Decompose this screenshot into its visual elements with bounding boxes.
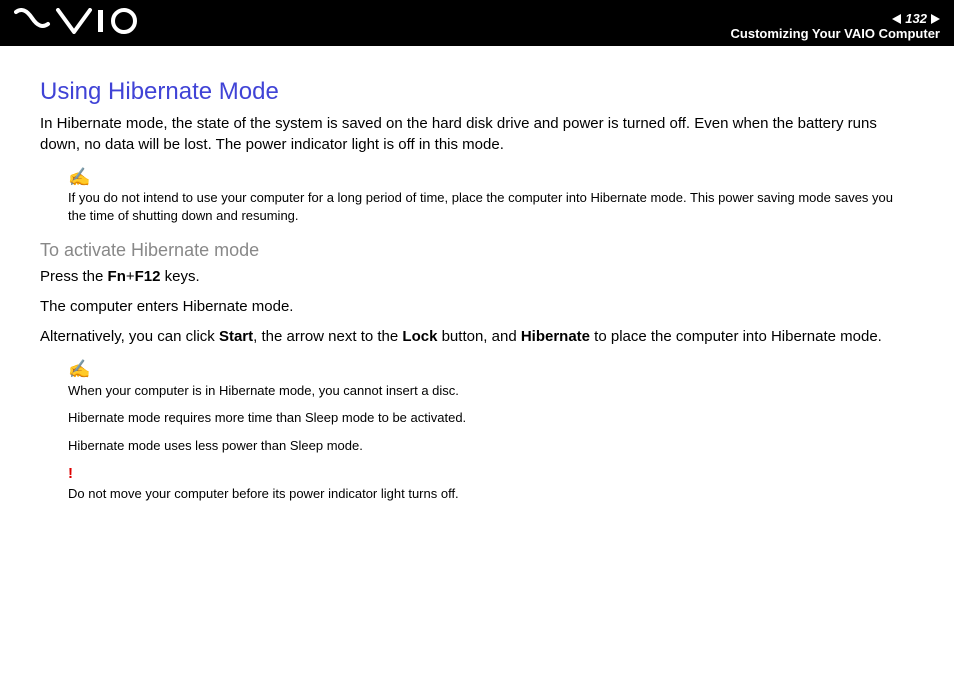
warning-icon: ! — [68, 464, 914, 484]
page-nav: 132 — [892, 11, 940, 27]
warning-text: Do not move your computer before its pow… — [68, 485, 914, 503]
step-2: The computer enters Hibernate mode. — [40, 297, 914, 317]
step-1: Press the Fn+F12 keys. — [40, 267, 914, 287]
key-f12: F12 — [135, 268, 161, 285]
text: Press the — [40, 268, 108, 285]
text: + — [126, 268, 135, 285]
lock-button-label: Lock — [402, 328, 437, 345]
note-block-2: ✍ When your computer is in Hibernate mod… — [68, 357, 914, 502]
page-header: 132 Customizing Your VAIO Computer — [0, 0, 954, 46]
start-button-label: Start — [219, 328, 253, 345]
page-number: 132 — [905, 11, 927, 27]
note-text-2c: Hibernate mode uses less power than Slee… — [68, 437, 914, 455]
page-content: Using Hibernate Mode In Hibernate mode, … — [0, 46, 954, 502]
intro-paragraph: In Hibernate mode, the state of the syst… — [40, 114, 914, 155]
vaio-logo — [14, 0, 144, 42]
note-text-1: If you do not intend to use your compute… — [68, 189, 914, 224]
note-text-2a: When your computer is in Hibernate mode,… — [68, 382, 914, 400]
prev-page-icon[interactable] — [892, 14, 901, 24]
page-title: Using Hibernate Mode — [40, 76, 914, 108]
text: to place the computer into Hibernate mod… — [590, 328, 882, 345]
text: , the arrow next to the — [253, 328, 402, 345]
step-3: Alternatively, you can click Start, the … — [40, 327, 914, 347]
pencil-note-icon: ✍ — [68, 165, 914, 189]
note-block-1: ✍ If you do not intend to use your compu… — [68, 165, 914, 224]
next-page-icon[interactable] — [931, 14, 940, 24]
text: button, and — [437, 328, 520, 345]
pencil-note-icon: ✍ — [68, 357, 914, 381]
note-text-2b: Hibernate mode requires more time than S… — [68, 409, 914, 427]
section-subtitle: To activate Hibernate mode — [40, 238, 914, 262]
header-right: 132 Customizing Your VAIO Computer — [731, 11, 940, 42]
key-fn: Fn — [108, 268, 126, 285]
breadcrumb: Customizing Your VAIO Computer — [731, 26, 940, 42]
hibernate-label: Hibernate — [521, 328, 590, 345]
text: keys. — [160, 268, 199, 285]
text: Alternatively, you can click — [40, 328, 219, 345]
